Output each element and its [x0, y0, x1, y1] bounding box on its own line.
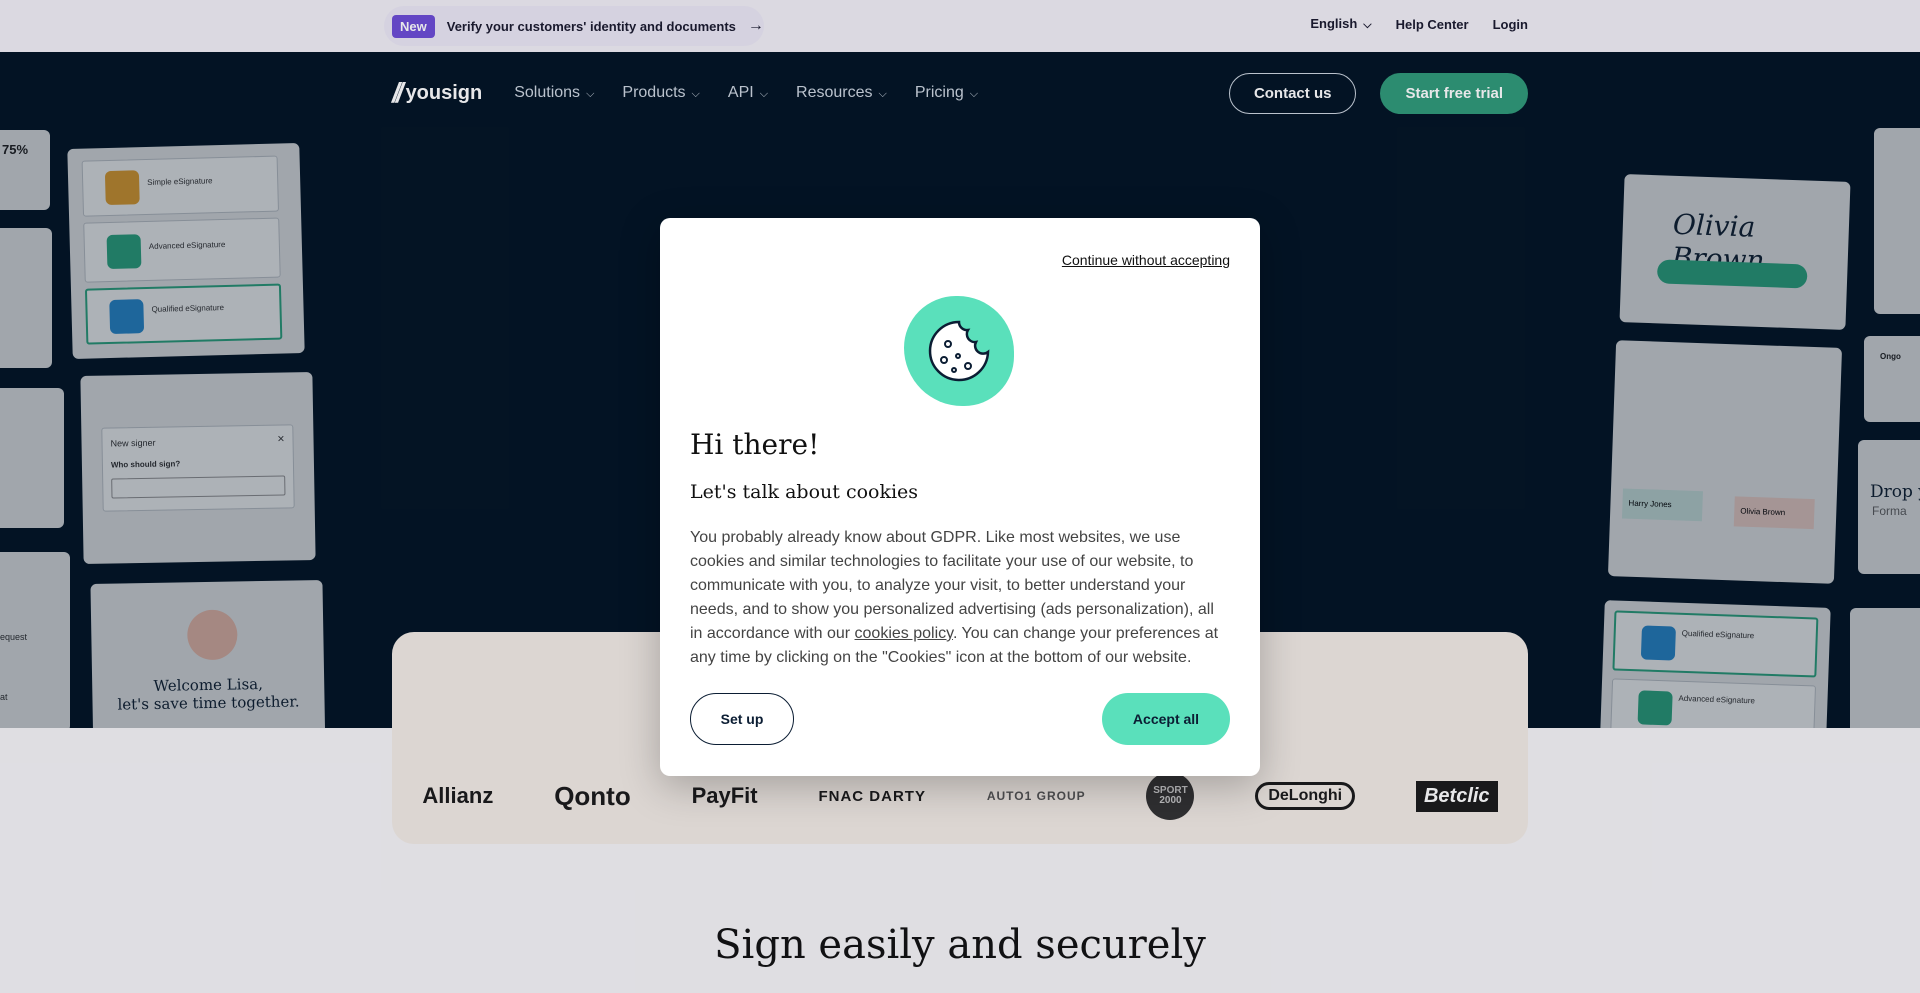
cookie-drawing [928, 320, 990, 382]
modal-subtitle: Let's talk about cookies [690, 481, 919, 503]
accept-all-button[interactable]: Accept all [1102, 693, 1230, 745]
continue-without-accepting-link[interactable]: Continue without accepting [1062, 252, 1230, 268]
modal-title: Hi there! [690, 428, 820, 461]
cookie-icon [904, 296, 1014, 406]
cookie-consent-modal: Continue without accepting Hi there! Let… [660, 218, 1260, 776]
cookies-policy-link[interactable]: cookies policy [855, 625, 953, 642]
set-up-button[interactable]: Set up [690, 693, 794, 745]
modal-body: You probably already know about GDPR. Li… [690, 526, 1230, 670]
